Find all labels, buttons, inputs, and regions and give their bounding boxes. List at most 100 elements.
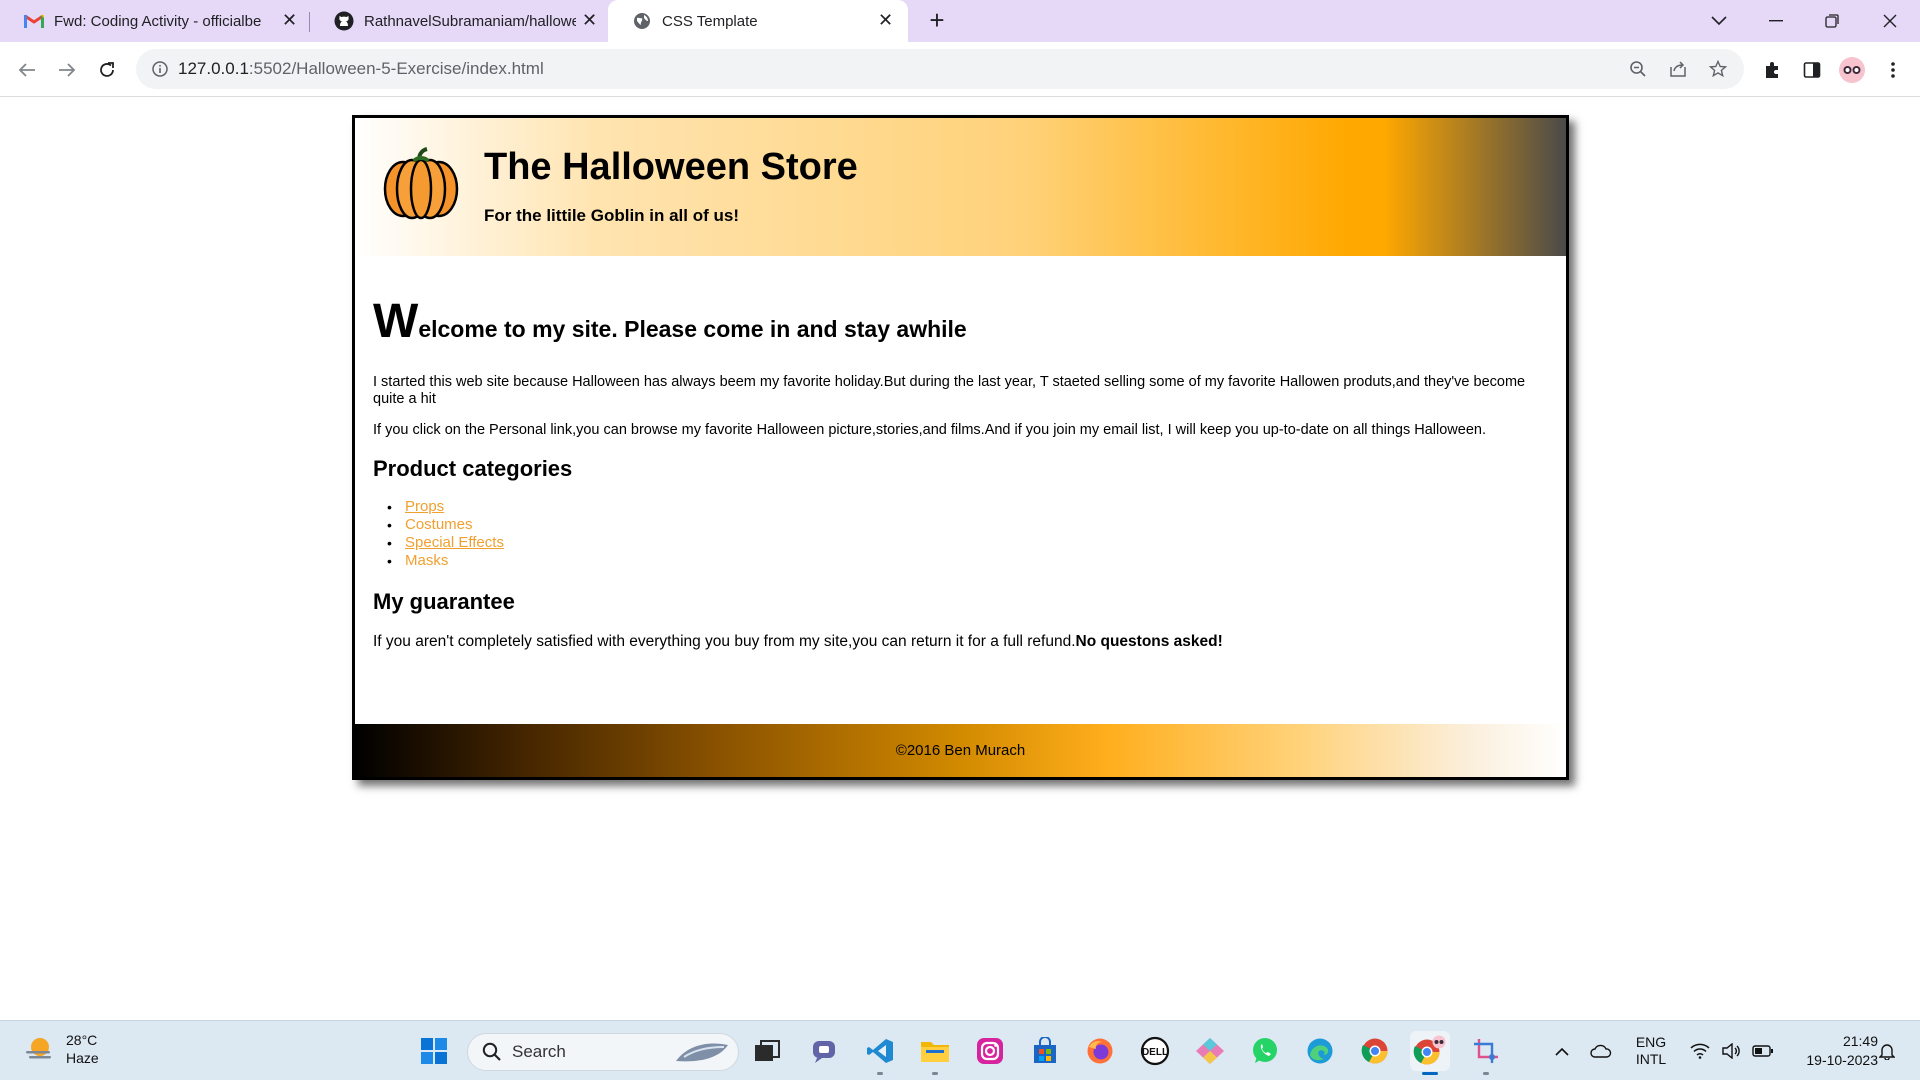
taskbar-search[interactable]: Search	[467, 1033, 739, 1071]
task-view-icon	[755, 1040, 780, 1061]
battery-icon	[1752, 1045, 1774, 1057]
bookmark-star-icon[interactable]	[1706, 57, 1730, 81]
search-highlight-icon	[676, 1043, 728, 1062]
onedrive-button[interactable]	[1586, 1021, 1616, 1081]
url-text: 127.0.0.1:5502/Halloween-5-Exercise/inde…	[178, 59, 544, 79]
vscode-button[interactable]	[860, 1031, 900, 1075]
language-code: ENG	[1635, 1034, 1667, 1050]
personal-paragraph: If you click on the Personal link,you ca…	[373, 422, 1486, 438]
dell-icon: DELL	[1140, 1036, 1170, 1066]
info-icon[interactable]	[148, 57, 172, 81]
restore-button[interactable]	[1804, 0, 1860, 42]
zoom-icon[interactable]	[1626, 57, 1650, 81]
bell-icon	[1879, 1044, 1895, 1060]
guarantee-heading: My guarantee	[373, 589, 515, 614]
vscode-icon	[867, 1039, 893, 1063]
ms-store-button[interactable]	[1025, 1031, 1065, 1071]
browser-toolbar: 127.0.0.1:5502/Halloween-5-Exercise/inde…	[0, 42, 1920, 97]
categories-heading: Product categories	[373, 456, 573, 481]
close-icon	[1883, 14, 1897, 28]
tab-search-button[interactable]	[1691, 0, 1747, 42]
dell-button[interactable]: DELL	[1135, 1031, 1175, 1071]
keyboard-layout: INTL	[1635, 1051, 1667, 1067]
forward-button[interactable]	[51, 54, 83, 86]
main-content: Welcome to my site. Please come in and s…	[373, 298, 1553, 651]
reload-icon	[100, 62, 114, 77]
list-item: Masks	[373, 552, 1553, 570]
github-icon	[334, 11, 354, 31]
instagram-button[interactable]	[970, 1031, 1010, 1071]
guarantee-paragraph: If you aren't completely satisfied with …	[373, 633, 1553, 650]
edge-icon	[1307, 1038, 1333, 1064]
whatsapp-button[interactable]	[1245, 1031, 1285, 1071]
close-window-button[interactable]	[1862, 0, 1918, 42]
category-link-masks[interactable]: Masks	[405, 552, 448, 569]
gmail-icon	[24, 11, 44, 31]
menu-icon[interactable]	[1877, 54, 1909, 86]
folder-icon	[921, 1042, 949, 1062]
site-header: The Halloween Store For the littile Gobl…	[355, 118, 1566, 256]
side-panel-icon[interactable]	[1796, 54, 1828, 86]
close-tab-icon[interactable]: ✕	[282, 10, 297, 31]
task-view-button[interactable]	[747, 1031, 787, 1071]
chrome-profile-button[interactable]	[1410, 1031, 1450, 1075]
category-link-special-effects[interactable]: Special Effects	[405, 534, 504, 551]
pumpkin-icon	[383, 147, 459, 220]
search-icon	[482, 1042, 501, 1061]
edge-button[interactable]	[1300, 1031, 1340, 1071]
tab-css-template[interactable]: CSS Template ✕	[608, 0, 908, 42]
chrome-button[interactable]	[1355, 1031, 1395, 1071]
file-explorer-button[interactable]	[915, 1031, 955, 1075]
weather-temp: 28°C	[66, 1032, 98, 1048]
clock[interactable]: 21:49 19-10-2023	[1782, 1021, 1878, 1081]
category-list: Props Costumes Special Effects Masks	[373, 498, 1553, 570]
category-link-props[interactable]: Props	[405, 498, 444, 515]
site-tagline: For the littile Goblin in all of us!	[484, 206, 739, 225]
language-indicator[interactable]: ENG INTL	[1628, 1021, 1674, 1081]
site-container: The Halloween Store For the littile Gobl…	[352, 115, 1569, 780]
windows-icon	[421, 1038, 447, 1064]
restore-icon	[1825, 14, 1839, 28]
tab-gmail[interactable]: Fwd: Coding Activity - officialbe ✕	[0, 0, 306, 42]
address-bar[interactable]: 127.0.0.1:5502/Halloween-5-Exercise/inde…	[136, 49, 1744, 89]
chevron-up-icon	[1555, 1047, 1569, 1056]
volume-icon	[1722, 1043, 1740, 1059]
weather-text: 28°C Haze	[66, 1031, 99, 1067]
firefox-button[interactable]	[1080, 1031, 1120, 1071]
quick-settings-button[interactable]	[1684, 1021, 1780, 1081]
weather-widget[interactable]: 28°C Haze	[24, 1031, 99, 1067]
list-item: Special Effects	[373, 534, 1553, 552]
reload-button[interactable]	[91, 54, 123, 86]
close-tab-icon[interactable]: ✕	[878, 10, 893, 31]
guarantee-text: If you aren't completely satisfied with …	[373, 633, 1076, 650]
copyright-text: ©2016 Ben Murach	[895, 742, 1026, 759]
show-hidden-icons-button[interactable]	[1548, 1021, 1576, 1081]
notifications-button[interactable]	[1872, 1021, 1902, 1081]
share-icon[interactable]	[1666, 57, 1690, 81]
guarantee-bold: No questons asked!	[1075, 633, 1223, 650]
start-button[interactable]	[414, 1031, 454, 1071]
close-tab-icon[interactable]: ✕	[582, 10, 597, 31]
tab-title: RathnavelSubramaniam/hallowe	[364, 12, 576, 30]
site-footer: ©2016 Ben Murach	[355, 724, 1566, 777]
category-link-costumes[interactable]: Costumes	[405, 516, 473, 533]
avatar[interactable]	[1836, 54, 1868, 86]
gitkraken-button[interactable]	[1190, 1031, 1230, 1071]
tab-title: CSS Template	[662, 12, 758, 30]
teams-chat-button[interactable]	[805, 1031, 845, 1071]
minimize-button[interactable]	[1748, 0, 1804, 42]
arrow-right-icon	[59, 63, 76, 77]
url-path: :5502/Halloween-5-Exercise/index.html	[248, 59, 544, 78]
back-button[interactable]	[11, 54, 43, 86]
search-placeholder: Search	[512, 1042, 566, 1061]
welcome-heading: Welcome to my site. Please come in and s…	[373, 298, 1553, 346]
chat-icon	[813, 1041, 835, 1063]
extensions-icon[interactable]	[1756, 54, 1788, 86]
snipping-tool-button[interactable]	[1466, 1031, 1506, 1075]
list-item: Props	[373, 498, 1553, 516]
tab-github[interactable]: RathnavelSubramaniam/hallowe ✕	[310, 0, 606, 42]
new-tab-button[interactable]: +	[922, 6, 952, 36]
firefox-icon	[1087, 1038, 1113, 1064]
arrow-left-icon	[18, 63, 35, 77]
instagram-icon	[977, 1038, 1003, 1064]
